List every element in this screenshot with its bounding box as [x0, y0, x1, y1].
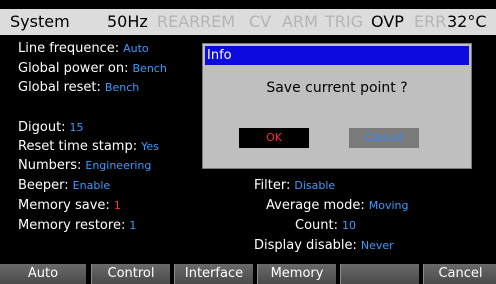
setting-beeper[interactable]: Beeper: Enable	[18, 178, 110, 194]
setting-label: Average mode:	[266, 198, 365, 213]
setting-label: Memory restore:	[18, 218, 126, 233]
rear-indicator: REAR	[157, 12, 201, 31]
ok-button[interactable]: OK	[239, 128, 309, 148]
setting-label: Reset time stamp:	[18, 139, 138, 154]
setting-memory-restore[interactable]: Memory restore: 1	[18, 218, 136, 234]
setting-label: Global reset:	[18, 80, 101, 95]
arm-indicator: ARM	[282, 12, 318, 31]
setting-line-frequence[interactable]: Line frequence: Auto	[18, 41, 149, 57]
setting-reset-time-stamp[interactable]: Reset time stamp: Yes	[18, 139, 159, 155]
setting-average-mode[interactable]: Average mode: Moving	[266, 198, 409, 214]
softkey-bar: Auto Control Interface Memory Cancel	[0, 262, 496, 284]
setting-value: Yes	[141, 140, 159, 153]
setting-label: Digout:	[18, 120, 66, 135]
setting-global-reset[interactable]: Global reset: Bench	[18, 80, 139, 96]
ovp-indicator: OVP	[371, 12, 404, 31]
softkey-empty[interactable]	[340, 264, 419, 284]
setting-value: Enable	[72, 179, 111, 192]
dialog-title: Info	[205, 46, 469, 65]
softkey-interface[interactable]: Interface	[174, 264, 253, 284]
page-title: System	[10, 12, 70, 31]
setting-label: Numbers:	[18, 158, 82, 173]
setting-value: Bench	[132, 62, 167, 75]
dialog-cancel-button[interactable]: Cancel	[349, 128, 419, 148]
status-bar-top-band	[0, 0, 496, 9]
setting-digout[interactable]: Digout: 15	[18, 120, 84, 136]
setting-global-power-on[interactable]: Global power on: Bench	[18, 61, 167, 77]
dialog-message: Save current point ?	[266, 80, 408, 96]
remote-indicator: REM	[200, 12, 236, 31]
status-bar-bottom-line	[0, 35, 496, 40]
setting-value: 1	[113, 199, 121, 212]
setting-value: 10	[342, 219, 356, 232]
setting-label: Beeper:	[18, 178, 69, 193]
setting-label: Global power on:	[18, 61, 129, 76]
line-frequency-indicator: 50Hz	[107, 12, 148, 31]
setting-filter[interactable]: Filter: Disable	[254, 178, 335, 194]
setting-label: Count:	[295, 218, 338, 233]
setting-value: Never	[360, 239, 394, 252]
status-bar: System 50Hz REAR REM CV ARM TRIG OVP ERR…	[0, 0, 496, 40]
error-indicator: ERR	[414, 12, 447, 31]
softkey-auto[interactable]: Auto	[0, 264, 86, 284]
softkey-cancel[interactable]: Cancel	[423, 264, 496, 284]
setting-display-disable[interactable]: Display disable: Never	[254, 238, 394, 254]
setting-value: Bench	[104, 81, 140, 94]
setting-label: Memory save:	[18, 198, 110, 213]
setting-value: 15	[69, 121, 84, 134]
cv-indicator: CV	[249, 12, 272, 31]
setting-value: 1	[129, 219, 137, 232]
setting-value: Moving	[368, 199, 409, 212]
setting-value: Disable	[294, 179, 336, 192]
setting-numbers[interactable]: Numbers: Engineering	[18, 158, 151, 174]
setting-value: Engineering	[85, 159, 152, 172]
softkey-memory[interactable]: Memory	[257, 264, 336, 284]
setting-label: Filter:	[254, 178, 291, 193]
setting-label: Line frequence:	[18, 41, 120, 56]
info-dialog: Info Save current point ? OK Cancel	[202, 43, 472, 169]
softkey-control[interactable]: Control	[91, 264, 170, 284]
temperature-indicator: 32°C	[447, 12, 487, 31]
setting-value: Auto	[123, 42, 149, 55]
setting-count[interactable]: Count: 10	[295, 218, 356, 234]
setting-memory-save[interactable]: Memory save: 1	[18, 198, 121, 214]
setting-label: Display disable:	[254, 238, 357, 253]
trig-indicator: TRIG	[325, 12, 364, 31]
